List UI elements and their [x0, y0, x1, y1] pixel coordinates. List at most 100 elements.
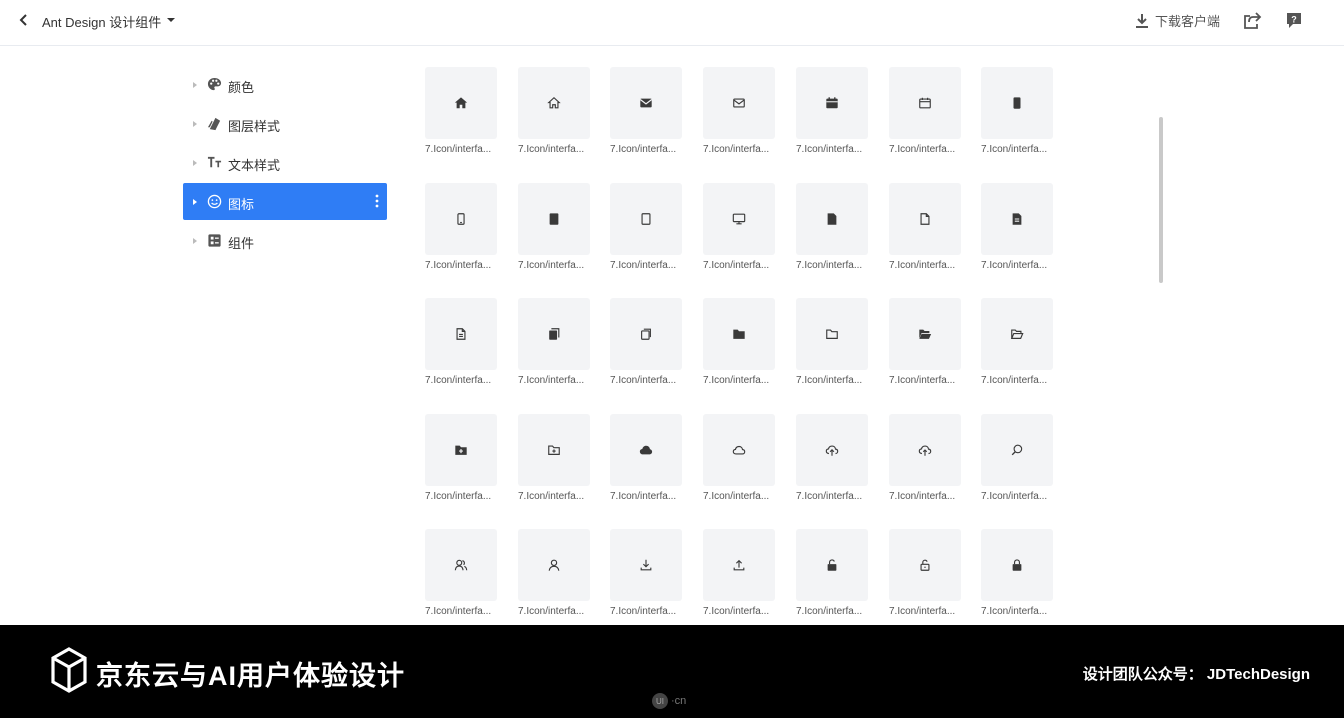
download-client-button[interactable]: 下载客户端 — [1134, 11, 1220, 30]
icon-tile[interactable] — [610, 298, 682, 370]
icon-tile[interactable] — [518, 298, 590, 370]
icon-card[interactable]: 7.Icon/interfa... — [425, 67, 498, 155]
icon-tile[interactable] — [425, 529, 497, 601]
icon-tile[interactable] — [796, 67, 868, 139]
tree-item-color[interactable]: 颜色 — [183, 66, 387, 103]
icon-card[interactable]: 7.Icon/interfa... — [981, 298, 1054, 386]
scrollbar[interactable] — [1159, 117, 1163, 283]
icon-card[interactable]: 7.Icon/interfa... — [981, 183, 1054, 271]
icon-card[interactable]: 7.Icon/interfa... — [703, 298, 776, 386]
icon-card[interactable]: 7.Icon/interfa... — [981, 414, 1054, 502]
icon-tile[interactable] — [981, 298, 1053, 370]
icon-card[interactable]: 7.Icon/interfa... — [518, 183, 591, 271]
icon-card[interactable]: 7.Icon/interfa... — [796, 67, 869, 155]
icon-tile[interactable] — [518, 414, 590, 486]
expand-arrow-icon[interactable] — [192, 120, 198, 128]
icon-tile[interactable] — [981, 183, 1053, 255]
icon-card[interactable]: 7.Icon/interfa... — [796, 529, 869, 617]
project-title[interactable]: Ant Design 设计组件 — [42, 12, 161, 31]
tree-item-components[interactable]: 组件 — [183, 222, 387, 259]
icon-card[interactable]: 7.Icon/interfa... — [610, 414, 683, 502]
icon-card[interactable]: 7.Icon/interfa... — [425, 298, 498, 386]
icon-caption: 7.Icon/interfa... — [518, 144, 585, 155]
icon-card[interactable]: 7.Icon/interfa... — [610, 298, 683, 386]
icon-tile[interactable] — [889, 67, 961, 139]
expand-arrow-icon[interactable] — [192, 81, 198, 89]
folder-add-outline-icon — [548, 445, 560, 455]
icon-tile[interactable] — [796, 414, 868, 486]
icon-tile[interactable] — [703, 183, 775, 255]
icon-card[interactable]: 7.Icon/interfa... — [796, 414, 869, 502]
icon-card[interactable]: 7.Icon/interfa... — [425, 529, 498, 617]
icon-tile[interactable] — [518, 67, 590, 139]
expand-arrow-icon[interactable] — [192, 237, 198, 245]
palette-icon — [207, 77, 222, 91]
icon-tile[interactable] — [518, 529, 590, 601]
icon-tile[interactable] — [981, 414, 1053, 486]
icon-card[interactable]: 7.Icon/interfa... — [889, 298, 962, 386]
icon-tile[interactable] — [610, 414, 682, 486]
icon-tile[interactable] — [981, 529, 1053, 601]
more-vertical-icon[interactable] — [375, 194, 379, 208]
icon-tile[interactable] — [796, 183, 868, 255]
icon-tile[interactable] — [889, 298, 961, 370]
tree-item-icons[interactable]: 图标 — [183, 183, 387, 220]
tablet-filled-icon — [549, 213, 559, 225]
icon-card[interactable]: 7.Icon/interfa... — [518, 414, 591, 502]
tree-item-label: 图标 — [228, 197, 255, 212]
icon-caption: 7.Icon/interfa... — [518, 606, 585, 617]
icon-tile[interactable] — [703, 67, 775, 139]
icon-tile[interactable] — [610, 183, 682, 255]
icon-card[interactable]: 7.Icon/interfa... — [703, 183, 776, 271]
icon-card[interactable]: 7.Icon/interfa... — [889, 183, 962, 271]
icon-card[interactable]: 7.Icon/interfa... — [889, 414, 962, 502]
icon-caption: 7.Icon/interfa... — [703, 491, 770, 502]
icon-card[interactable]: 7.Icon/interfa... — [889, 529, 962, 617]
icon-tile[interactable] — [610, 529, 682, 601]
caret-down-icon[interactable] — [166, 16, 176, 24]
icon-tile[interactable] — [889, 183, 961, 255]
icon-tile[interactable] — [796, 298, 868, 370]
icon-card[interactable]: 7.Icon/interfa... — [796, 298, 869, 386]
icon-caption: 7.Icon/interfa... — [425, 491, 492, 502]
icon-card[interactable]: 7.Icon/interfa... — [796, 183, 869, 271]
icon-tile[interactable] — [425, 67, 497, 139]
icon-card[interactable]: 7.Icon/interfa... — [703, 67, 776, 155]
icon-card[interactable]: 7.Icon/interfa... — [518, 67, 591, 155]
sidebar-tree: 颜色 图层样式 文本样式 图标 组件 — [183, 66, 387, 261]
icon-tile[interactable] — [703, 529, 775, 601]
icon-card[interactable]: 7.Icon/interfa... — [981, 529, 1054, 617]
icon-tile[interactable] — [518, 183, 590, 255]
copy-outline-icon — [641, 328, 651, 340]
help-icon[interactable]: ? — [1285, 11, 1303, 29]
icon-tile[interactable] — [796, 529, 868, 601]
icon-tile[interactable] — [425, 183, 497, 255]
icon-tile[interactable] — [981, 67, 1053, 139]
icon-card[interactable]: 7.Icon/interfa... — [610, 67, 683, 155]
icon-card[interactable]: 7.Icon/interfa... — [889, 67, 962, 155]
icon-card[interactable]: 7.Icon/interfa... — [703, 529, 776, 617]
icon-tile[interactable] — [889, 529, 961, 601]
watermark: UI ·cn — [652, 693, 686, 709]
icon-card[interactable]: 7.Icon/interfa... — [610, 529, 683, 617]
icon-card[interactable]: 7.Icon/interfa... — [610, 183, 683, 271]
icon-caption: 7.Icon/interfa... — [610, 375, 677, 386]
icon-card[interactable]: 7.Icon/interfa... — [425, 414, 498, 502]
icon-tile[interactable] — [889, 414, 961, 486]
icon-tile[interactable] — [703, 414, 775, 486]
icon-card[interactable]: 7.Icon/interfa... — [518, 298, 591, 386]
icon-tile[interactable] — [425, 414, 497, 486]
icon-card[interactable]: 7.Icon/interfa... — [703, 414, 776, 502]
back-arrow-icon[interactable] — [16, 12, 32, 28]
icon-card[interactable]: 7.Icon/interfa... — [425, 183, 498, 271]
icon-tile[interactable] — [610, 67, 682, 139]
icon-tile[interactable] — [425, 298, 497, 370]
icon-card[interactable]: 7.Icon/interfa... — [518, 529, 591, 617]
expand-arrow-icon[interactable] — [192, 159, 198, 167]
share-icon[interactable] — [1243, 11, 1262, 30]
tree-item-layer-style[interactable]: 图层样式 — [183, 105, 387, 142]
tree-item-text-style[interactable]: 文本样式 — [183, 144, 387, 181]
icon-card[interactable]: 7.Icon/interfa... — [981, 67, 1054, 155]
expand-arrow-icon[interactable] — [192, 198, 198, 206]
icon-tile[interactable] — [703, 298, 775, 370]
